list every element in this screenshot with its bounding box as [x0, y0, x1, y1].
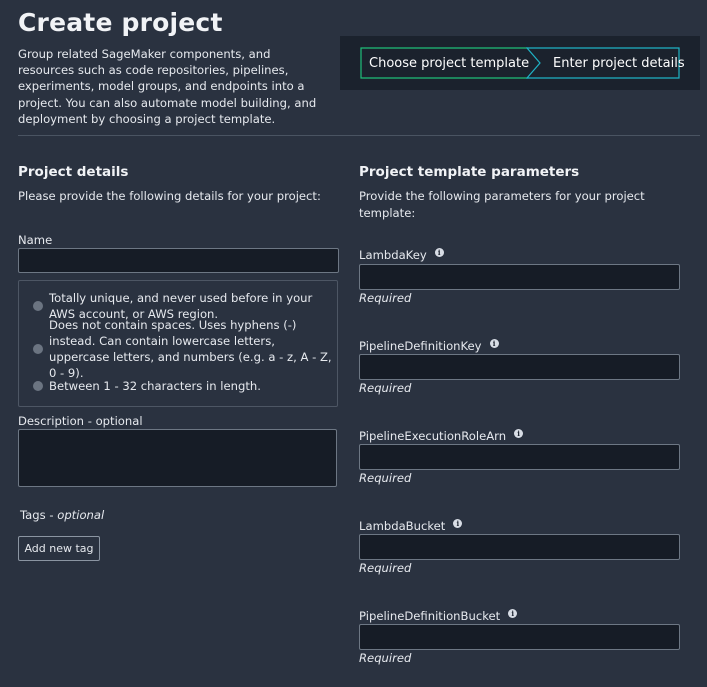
pipeline-definition-key-input[interactable]: [359, 354, 680, 380]
step-enter-details-label: Enter project details: [553, 55, 685, 71]
pipeline-definition-bucket-required: Required: [359, 651, 412, 665]
param-label-lambda-key: LambdaKey i: [359, 247, 444, 262]
add-new-tag-button[interactable]: Add new tag: [18, 536, 100, 561]
template-params-description: Provide the following parameters for you…: [359, 189, 645, 220]
name-label: Name: [18, 233, 53, 247]
param-label-text: PipelineDefinitionBucket: [359, 609, 501, 623]
project-details-title: Project details: [18, 164, 129, 180]
pipeline-definition-key-required: Required: [359, 381, 412, 395]
info-icon[interactable]: i: [489, 338, 499, 348]
bullet-dot-icon: [33, 381, 43, 391]
param-label-text: PipelineDefinitionKey: [359, 339, 482, 353]
page-title: Create project: [18, 8, 223, 37]
info-icon[interactable]: i: [514, 428, 524, 438]
header-divider: [18, 135, 700, 136]
step-enter-details[interactable]: Enter project details: [526, 47, 685, 79]
pipeline-definition-bucket-input[interactable]: [359, 624, 680, 650]
rule-text: Does not contain spaces. Uses hyphens (-…: [49, 317, 332, 381]
rule-text: Between 1 - 32 characters in length.: [49, 378, 261, 393]
bullet-dot-icon: [33, 301, 43, 311]
info-icon[interactable]: i: [434, 247, 444, 257]
step-choose-template-label: Choose project template: [369, 55, 530, 71]
param-label-pipeline-definition-bucket: PipelineDefinitionBucket i: [359, 608, 518, 623]
lambda-bucket-required: Required: [359, 561, 412, 575]
param-label-text: LambdaKey: [359, 248, 427, 262]
param-label-pipeline-execution-role-arn: PipelineExecutionRoleArn i: [359, 428, 524, 443]
bullet-dot-icon: [33, 344, 43, 354]
lambda-key-required: Required: [359, 291, 412, 305]
template-params-title: Project template parameters: [359, 164, 580, 180]
description-textarea[interactable]: [18, 429, 337, 487]
info-icon[interactable]: i: [508, 608, 518, 618]
param-label-text: PipelineExecutionRoleArn: [359, 429, 507, 443]
tags-label: Tags - optional: [20, 508, 104, 522]
info-icon[interactable]: i: [453, 518, 463, 528]
pipeline-execution-role-arn-required: Required: [359, 471, 412, 485]
rule-item: Between 1 - 32 characters in length.: [19, 377, 337, 395]
rule-item: Does not contain spaces. Uses hyphens (-…: [19, 318, 337, 380]
param-label-pipeline-definition-key: PipelineDefinitionKey i: [359, 338, 499, 353]
name-input[interactable]: [18, 248, 339, 273]
param-label-text: LambdaBucket: [359, 519, 446, 533]
lambda-bucket-input[interactable]: [359, 534, 680, 560]
lambda-key-input[interactable]: [359, 264, 680, 290]
tags-optional-text: optional: [57, 508, 105, 522]
wizard-steps: Choose project template Enter project de…: [340, 36, 700, 90]
description-label: Description - optional: [18, 414, 143, 428]
project-details-description: Please provide the following details for…: [18, 189, 321, 203]
pipeline-execution-role-arn-input[interactable]: [359, 444, 680, 470]
tags-label-text: Tags -: [20, 508, 58, 522]
page-intro: Group related SageMaker components, and …: [18, 47, 317, 126]
param-label-lambda-bucket: LambdaBucket i: [359, 518, 463, 533]
name-rules-box: Totally unique, and never used before in…: [18, 280, 338, 407]
step-choose-template[interactable]: Choose project template: [360, 47, 542, 79]
